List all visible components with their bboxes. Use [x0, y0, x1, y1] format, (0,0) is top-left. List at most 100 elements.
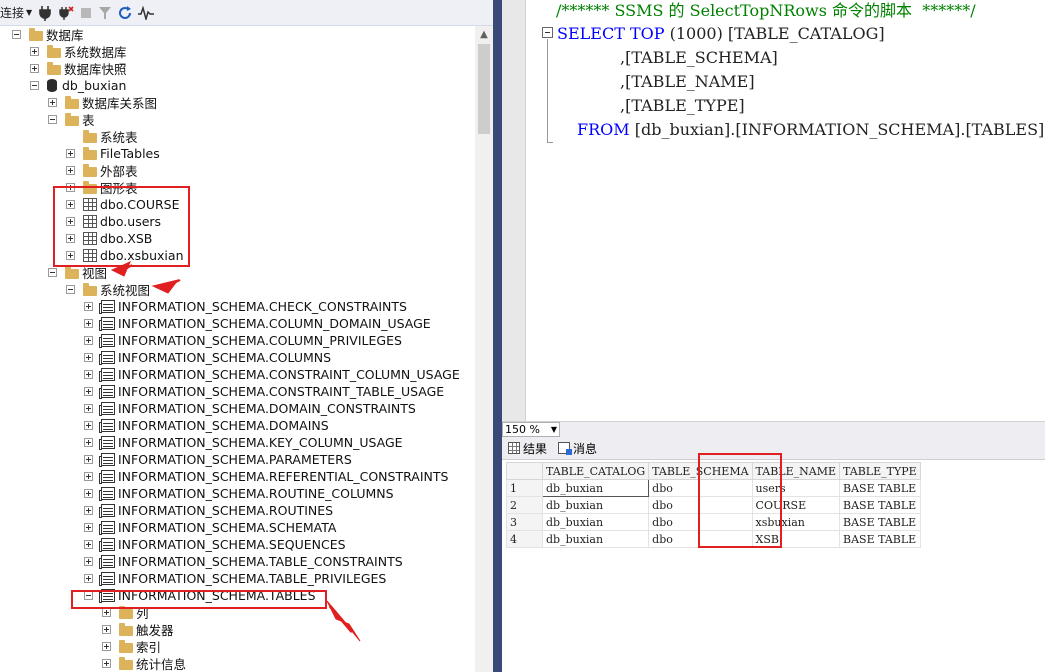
tree-node-databases[interactable]: 数据库 [12, 26, 84, 43]
row-number[interactable]: 1 [506, 479, 543, 497]
expand-icon[interactable] [66, 234, 75, 243]
collapse-icon[interactable] [84, 591, 93, 600]
filter-icon[interactable] [98, 3, 112, 23]
expand-icon[interactable] [84, 489, 93, 498]
tree-node-view[interactable]: INFORMATION_SCHEMA.CHECK_CONSTRAINTS [84, 298, 407, 315]
collapse-icon[interactable] [48, 268, 57, 277]
tree-node-view[interactable]: INFORMATION_SCHEMA.CONSTRAINT_COLUMN_USA… [84, 366, 460, 383]
plug-icon[interactable] [38, 3, 52, 23]
tree-node-db-buxian[interactable]: db_buxian [30, 77, 126, 94]
grid-cell[interactable]: db_buxian [541, 530, 650, 548]
expand-icon[interactable] [66, 200, 75, 209]
pane-splitter[interactable] [493, 0, 502, 672]
tab-results[interactable]: 结果 [508, 439, 547, 457]
expand-icon[interactable] [30, 64, 39, 73]
expand-icon[interactable] [66, 183, 75, 192]
tree-node-table[interactable]: dbo.xsbuxian [66, 247, 184, 264]
tree-node-view[interactable]: INFORMATION_SCHEMA.DOMAINS [84, 417, 329, 434]
expand-icon[interactable] [84, 370, 93, 379]
grid-header[interactable]: TABLE_SCHEMA [648, 462, 753, 480]
expand-icon[interactable] [84, 455, 93, 464]
expand-icon[interactable] [84, 319, 93, 328]
expand-icon[interactable] [102, 642, 111, 651]
tree-node-view[interactable]: INFORMATION_SCHEMA.COLUMN_PRIVILEGES [84, 332, 402, 349]
tree-node-view[interactable]: INFORMATION_SCHEMA.KEY_COLUMN_USAGE [84, 434, 403, 451]
expand-icon[interactable] [84, 540, 93, 549]
expand-icon[interactable] [102, 608, 111, 617]
collapse-icon[interactable] [66, 285, 75, 294]
grid-cell[interactable]: BASE TABLE [839, 496, 921, 514]
tree-node-view[interactable]: INFORMATION_SCHEMA.CONSTRAINT_TABLE_USAG… [84, 383, 444, 400]
expand-icon[interactable] [48, 98, 57, 107]
tree-node-filetables[interactable]: FileTables [66, 145, 160, 162]
grid-cell[interactable]: db_buxian [541, 479, 650, 497]
expand-icon[interactable] [84, 557, 93, 566]
expand-icon[interactable] [30, 47, 39, 56]
tab-messages[interactable]: 消息 [558, 439, 597, 457]
grid-cell[interactable]: dbo [648, 496, 753, 514]
tree-node-view[interactable]: INFORMATION_SCHEMA.DOMAIN_CONSTRAINTS [84, 400, 416, 417]
expand-icon[interactable] [84, 387, 93, 396]
expand-icon[interactable] [84, 302, 93, 311]
grid-cell[interactable]: BASE TABLE [839, 479, 921, 497]
tree-node-indexes[interactable]: 索引 [102, 638, 161, 655]
tree-node-view[interactable]: INFORMATION_SCHEMA.ROUTINE_COLUMNS [84, 485, 394, 502]
disconnect-icon[interactable] [58, 3, 74, 23]
grid-cell[interactable]: db_buxian [541, 513, 650, 531]
expand-icon[interactable] [84, 404, 93, 413]
grid-cell[interactable]: users [751, 479, 841, 497]
tree-node-tables[interactable]: 表 [48, 111, 95, 128]
grid-header[interactable]: TABLE_CATALOG [541, 462, 650, 480]
tree-node-system-databases[interactable]: 系统数据库 [30, 43, 127, 60]
expand-icon[interactable] [66, 251, 75, 260]
expand-icon[interactable] [84, 472, 93, 481]
scrollbar-thumb[interactable] [478, 44, 490, 134]
tree-node-table[interactable]: dbo.users [66, 213, 161, 230]
tree-node-view[interactable]: INFORMATION_SCHEMA.ROUTINES [84, 502, 333, 519]
tree-node-view[interactable]: INFORMATION_SCHEMA.REFERENTIAL_CONSTRAIN… [84, 468, 448, 485]
expand-icon[interactable] [84, 438, 93, 447]
activity-monitor-icon[interactable] [138, 3, 155, 23]
expand-icon[interactable] [84, 506, 93, 515]
refresh-icon[interactable] [118, 3, 132, 23]
query-editor[interactable]: /****** SSMS 的 SelectTopNRows 命令的脚本 ****… [502, 0, 1045, 421]
stop-icon[interactable] [80, 3, 92, 23]
tree-node-table[interactable]: dbo.COURSE [66, 196, 180, 213]
grid-cell[interactable]: XSB [751, 530, 841, 548]
tree-node-triggers[interactable]: 触发器 [102, 621, 174, 638]
tree-node-view[interactable]: INFORMATION_SCHEMA.SEQUENCES [84, 536, 346, 553]
row-number[interactable]: 3 [506, 513, 543, 531]
expand-icon[interactable] [102, 625, 111, 634]
grid-cell[interactable]: xsbuxian [751, 513, 841, 531]
tree-node-external-tables[interactable]: 外部表 [66, 162, 138, 179]
expand-icon[interactable] [66, 217, 75, 226]
tree-node-view[interactable]: INFORMATION_SCHEMA.COLUMNS [84, 349, 331, 366]
tree-node-view[interactable]: INFORMATION_SCHEMA.PARAMETERS [84, 451, 352, 468]
expand-icon[interactable] [84, 353, 93, 362]
scroll-up-icon[interactable]: ▲ [475, 26, 493, 44]
connect-dropdown-icon[interactable]: ▼ [26, 8, 32, 17]
connect-button[interactable]: 连接 ▼ [0, 3, 32, 23]
expand-icon[interactable] [84, 574, 93, 583]
grid-cell[interactable]: dbo [648, 530, 753, 548]
expand-icon[interactable] [84, 421, 93, 430]
expand-icon[interactable] [66, 166, 75, 175]
grid-cell[interactable]: dbo [648, 513, 753, 531]
tree-node-views[interactable]: 视图 [48, 264, 107, 281]
tree-node-graph-tables[interactable]: 图形表 [66, 179, 138, 196]
tree-node-view-tables[interactable]: INFORMATION_SCHEMA.TABLES [84, 587, 316, 604]
tree-node-view[interactable]: INFORMATION_SCHEMA.TABLE_PRIVILEGES [84, 570, 386, 587]
grid-cell[interactable]: COURSE [751, 496, 841, 514]
tree-node-view[interactable]: INFORMATION_SCHEMA.SCHEMATA [84, 519, 336, 536]
expand-icon[interactable] [66, 149, 75, 158]
tree-node-columns[interactable]: 列 [102, 604, 149, 621]
grid-cell[interactable]: db_buxian [541, 496, 650, 514]
grid-corner[interactable] [506, 462, 543, 480]
tree-node-view[interactable]: INFORMATION_SCHEMA.TABLE_CONSTRAINTS [84, 553, 403, 570]
tree-node-view[interactable]: INFORMATION_SCHEMA.COLUMN_DOMAIN_USAGE [84, 315, 431, 332]
expand-icon[interactable] [84, 336, 93, 345]
row-number[interactable]: 2 [506, 496, 543, 514]
zoom-select[interactable]: 150 % ▼ [502, 422, 560, 437]
tree-node-system-views[interactable]: 系统视图 [66, 281, 150, 298]
grid-cell[interactable]: BASE TABLE [839, 530, 921, 548]
